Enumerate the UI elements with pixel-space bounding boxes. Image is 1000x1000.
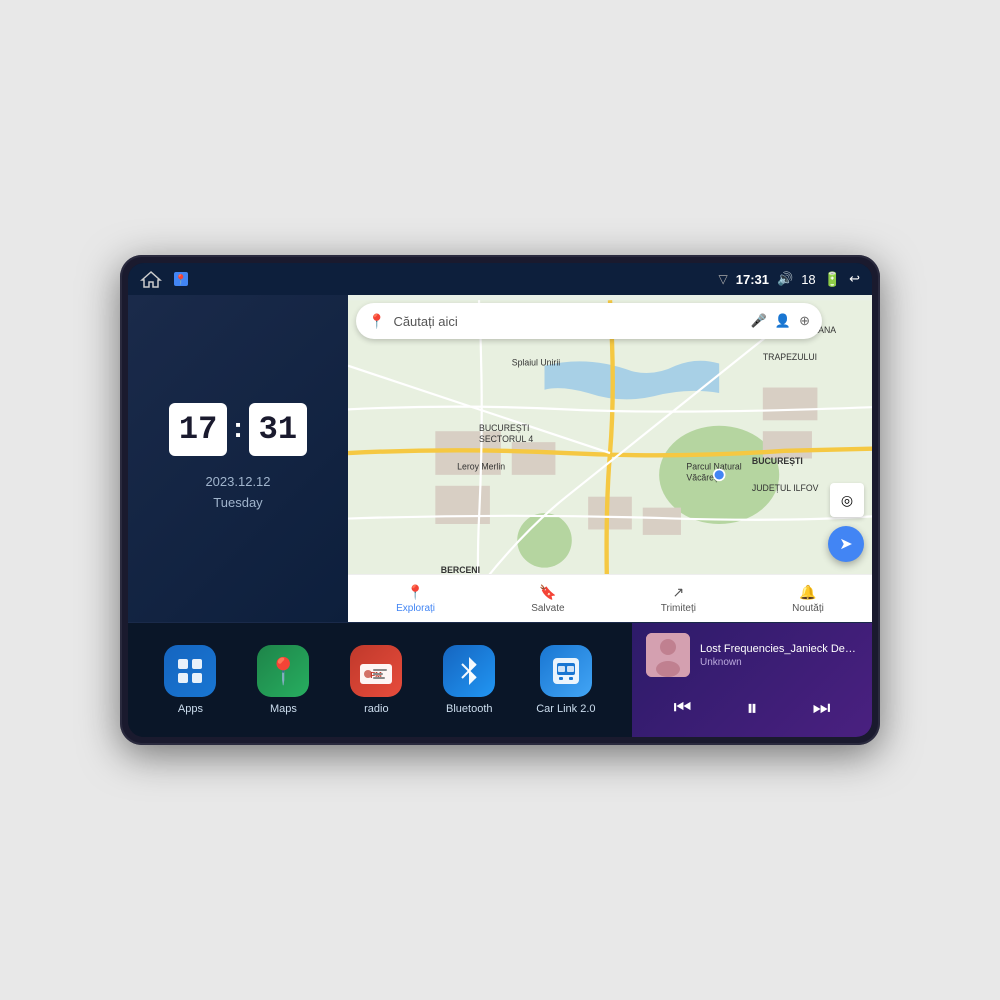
account-icon[interactable]: 👤 — [775, 313, 791, 329]
map-fab-button[interactable]: ➤ — [828, 526, 864, 562]
microphone-icon[interactable]: 🎤 — [751, 313, 767, 329]
clock-hours: 17 — [169, 403, 227, 456]
play-pause-button[interactable]: ⏸ — [738, 691, 765, 725]
carlink-label: Car Link 2.0 — [536, 703, 595, 715]
status-time: 17:31 — [736, 272, 769, 287]
apps-label: Apps — [178, 703, 203, 715]
next-button[interactable]: ⏭ — [804, 693, 838, 724]
map-panel[interactable]: 📍 Căutați aici 🎤 👤 ⊕ — [348, 295, 872, 622]
apps-icon-image — [164, 645, 216, 697]
app-icon-bluetooth[interactable]: Bluetooth — [443, 645, 495, 715]
map-tab-news-label: Noutăți — [792, 603, 824, 614]
music-title: Lost Frequencies_Janieck Devy-... — [700, 643, 858, 655]
clock-panel: 17 : 31 2023.12.12 Tuesday — [128, 295, 348, 622]
volume-icon: 🔊 — [777, 271, 793, 287]
svg-text:TRAPEZULUI: TRAPEZULUI — [763, 352, 817, 362]
device-screen: 📍 ▽ 17:31 🔊 18 🔋 ↩ 17 : — [128, 263, 872, 737]
music-album-art — [646, 633, 690, 677]
layers-icon[interactable]: ⊕ — [799, 313, 810, 329]
bluetooth-svg-icon — [454, 653, 484, 689]
send-icon: ↗ — [672, 584, 684, 601]
app-icon-radio[interactable]: FM radio — [350, 645, 402, 715]
maps-emoji-icon: 📍 — [267, 656, 299, 687]
maps-icon-image: 📍 — [257, 645, 309, 697]
top-section: 17 : 31 2023.12.12 Tuesday 📍 Căutați aic… — [128, 295, 872, 622]
clock-display: 17 : 31 — [169, 403, 307, 456]
map-bottom-bar: 📍 Explorați 🔖 Salvate ↗ Trimiteți 🔔 — [348, 574, 872, 622]
map-tab-explore-label: Explorați — [396, 603, 435, 614]
saved-icon: 🔖 — [539, 584, 556, 601]
svg-text:JUDEȚUL ILFOV: JUDEȚUL ILFOV — [752, 483, 819, 493]
battery-icon: 🔋 — [824, 271, 841, 288]
app-icon-carlink[interactable]: Car Link 2.0 — [536, 645, 595, 715]
app-icon-maps[interactable]: 📍 Maps — [257, 645, 309, 715]
map-tab-send[interactable]: ↗ Trimiteți — [661, 584, 696, 614]
explore-icon: 📍 — [407, 584, 424, 601]
music-controls: ⏮ ⏸ ⏭ — [646, 691, 858, 725]
svg-text:Leroy Merlin: Leroy Merlin — [457, 461, 505, 471]
svg-text:📍: 📍 — [175, 273, 187, 286]
maps-label: Maps — [270, 703, 297, 715]
clock-minutes: 31 — [249, 403, 307, 456]
music-info: Lost Frequencies_Janieck Devy-... Unknow… — [700, 643, 858, 668]
svg-text:BUCUREȘTI: BUCUREȘTI — [479, 423, 529, 433]
signal-down-icon: ▽ — [719, 272, 728, 286]
carlink-icon-image — [540, 645, 592, 697]
battery-level: 18 — [801, 272, 815, 287]
map-search-text[interactable]: Căutați aici — [393, 314, 742, 329]
map-location-button[interactable]: ◎ — [830, 483, 864, 517]
app-grid: Apps 📍 Maps FM — [128, 623, 632, 737]
album-art-svg — [646, 633, 690, 677]
radio-svg-icon: FM — [358, 656, 394, 686]
previous-button[interactable]: ⏮ — [665, 693, 699, 724]
status-bar: 📍 ▽ 17:31 🔊 18 🔋 ↩ — [128, 263, 872, 295]
map-tab-explore[interactable]: 📍 Explorați — [396, 584, 435, 614]
bluetooth-icon-image — [443, 645, 495, 697]
clock-colon: : — [233, 412, 242, 444]
back-icon[interactable]: ↩ — [849, 271, 860, 287]
location-crosshair-icon: ◎ — [841, 492, 853, 509]
radio-label: radio — [364, 703, 388, 715]
location-icon[interactable]: 📍 — [172, 270, 190, 288]
news-icon: 🔔 — [799, 584, 816, 601]
main-content: 17 : 31 2023.12.12 Tuesday 📍 Căutați aic… — [128, 295, 872, 737]
music-top: Lost Frequencies_Janieck Devy-... Unknow… — [646, 633, 858, 677]
music-artist: Unknown — [700, 657, 858, 668]
map-search-icons: 🎤 👤 ⊕ — [751, 313, 810, 329]
app-icon-apps[interactable]: Apps — [164, 645, 216, 715]
svg-text:BUCUREȘTI: BUCUREȘTI — [752, 456, 803, 466]
apps-svg-icon — [174, 655, 206, 687]
map-search-bar[interactable]: 📍 Căutați aici 🎤 👤 ⊕ — [356, 303, 822, 339]
carlink-svg-icon — [549, 654, 583, 688]
radio-icon-image: FM — [350, 645, 402, 697]
map-tab-news[interactable]: 🔔 Noutăți — [792, 584, 824, 614]
map-tab-send-label: Trimiteți — [661, 603, 696, 614]
map-search-pin-icon: 📍 — [368, 313, 385, 330]
status-right-info: ▽ 17:31 🔊 18 🔋 ↩ — [719, 271, 860, 288]
map-svg: BUCUREȘTI JUDEȚUL ILFOV TRAPEZULUI BERCE… — [348, 295, 872, 622]
car-head-unit: 📍 ▽ 17:31 🔊 18 🔋 ↩ 17 : — [120, 255, 880, 745]
home-icon[interactable] — [140, 270, 162, 288]
bluetooth-label: Bluetooth — [446, 703, 492, 715]
svg-text:Parcul Natural: Parcul Natural — [686, 461, 741, 471]
svg-text:SECTORUL 4: SECTORUL 4 — [479, 434, 533, 444]
map-tab-saved[interactable]: 🔖 Salvate — [531, 584, 564, 614]
status-left-icons: 📍 — [140, 270, 190, 288]
music-player: Lost Frequencies_Janieck Devy-... Unknow… — [632, 623, 872, 737]
bottom-section: Apps 📍 Maps FM — [128, 622, 872, 737]
clock-date: 2023.12.12 Tuesday — [205, 472, 270, 514]
svg-text:Splaiul Unirii: Splaiul Unirii — [512, 358, 561, 368]
navigate-icon: ➤ — [839, 534, 852, 554]
map-tab-saved-label: Salvate — [531, 603, 564, 614]
